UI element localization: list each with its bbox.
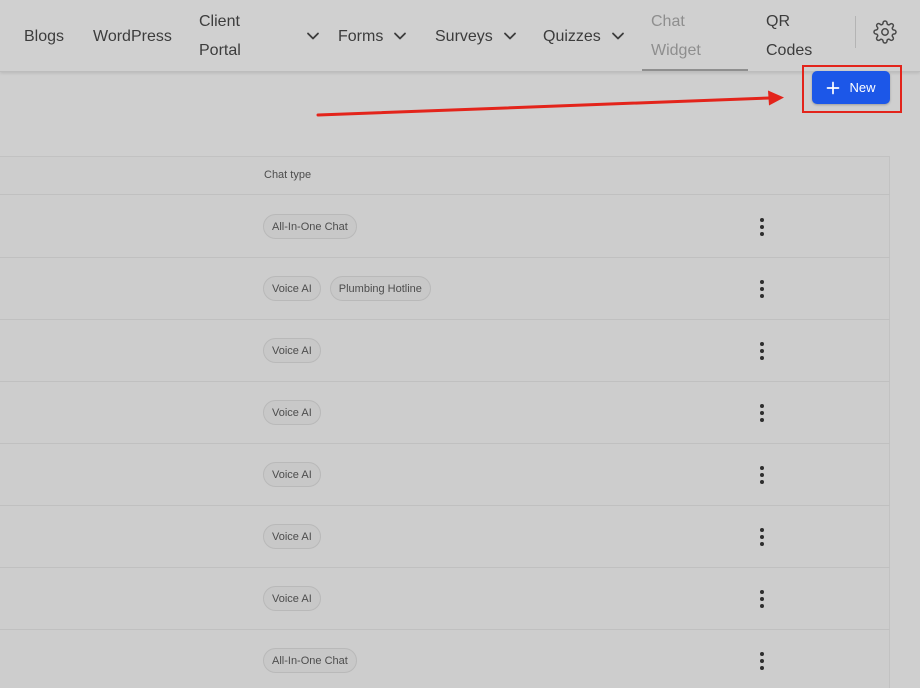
nav-item-blogs[interactable]: Blogs: [24, 0, 64, 72]
chat-type-chip: All-In-One Chat: [263, 214, 357, 239]
chat-type-chip: Voice AI: [263, 586, 321, 611]
chat-type-cell: Voice AI: [263, 586, 321, 611]
more-vertical-icon[interactable]: [756, 217, 768, 237]
chat-type-cell: Voice AI: [263, 338, 321, 363]
chat-type-chip: Voice AI: [263, 400, 321, 425]
more-vertical-icon[interactable]: [756, 279, 768, 299]
nav-item-label: QR Codes: [766, 7, 812, 65]
gear-icon[interactable]: [873, 20, 897, 44]
chat-type-chip: Voice AI: [263, 462, 321, 487]
nav-divider: [855, 16, 856, 48]
more-vertical-icon[interactable]: [756, 589, 768, 609]
chat-type-cell: All-In-One Chat: [263, 214, 357, 239]
plus-icon: [827, 81, 840, 94]
table-row[interactable]: Voice AI: [0, 382, 890, 444]
nav-item-label: Quizzes: [543, 27, 601, 45]
nav-item-qr-codes[interactable]: QR Codes: [766, 0, 812, 72]
chat-type-chip: Plumbing Hotline: [329, 276, 431, 301]
more-vertical-icon[interactable]: [756, 341, 768, 361]
table-row[interactable]: All-In-One Chat: [0, 630, 890, 688]
more-vertical-icon[interactable]: [756, 651, 768, 671]
chat-type-chip: All-In-One Chat: [263, 648, 357, 673]
chat-type-cell: Voice AI: [263, 462, 321, 487]
chevron-down-icon: [503, 32, 516, 40]
table-row[interactable]: Voice AI Plumbing Hotline: [0, 258, 890, 320]
nav-item-label-line: Portal: [199, 42, 241, 59]
chat-type-chip: Voice AI: [263, 276, 321, 301]
nav-item-label: Chat Widget: [651, 7, 701, 65]
new-button-label: New: [849, 80, 876, 95]
nav-item-label: Blogs: [24, 27, 65, 45]
table-row[interactable]: Voice AI: [0, 444, 890, 506]
table-row[interactable]: All-In-One Chat: [0, 196, 890, 258]
chat-type-cell: Voice AI Plumbing Hotline: [263, 276, 431, 301]
nav-item-label-line: Client: [199, 13, 240, 30]
new-button[interactable]: New: [812, 71, 890, 104]
nav-item-label-line: QR: [766, 13, 790, 30]
nav-item-label: Client Portal: [199, 7, 241, 65]
nav-item-wordpress[interactable]: WordPress: [93, 0, 172, 72]
active-tab-indicator: [642, 69, 748, 71]
nav-item-label-line: Codes: [766, 42, 813, 59]
table-row[interactable]: Voice AI: [0, 568, 890, 630]
more-vertical-icon[interactable]: [756, 527, 768, 547]
chat-widgets-table: Chat type All-In-One Chat Voice AI Plumb…: [0, 156, 890, 688]
chat-type-chip: Voice AI: [263, 338, 321, 363]
nav-item-label: Surveys: [435, 27, 493, 45]
table-row[interactable]: Voice AI: [0, 320, 890, 382]
nav-item-quizzes[interactable]: Quizzes: [543, 0, 625, 72]
nav-item-client-portal[interactable]: Client Portal: [199, 0, 241, 72]
chevron-down-icon: [394, 32, 407, 40]
top-navigation: Blogs WordPress Client Portal Forms Surv…: [0, 0, 920, 72]
chat-type-chip: Voice AI: [263, 524, 321, 549]
chevron-down-icon: [307, 32, 319, 40]
nav-item-chat-widget[interactable]: Chat Widget: [651, 0, 701, 72]
more-vertical-icon[interactable]: [756, 403, 768, 423]
nav-item-label: Forms: [338, 27, 384, 45]
nav-item-surveys[interactable]: Surveys: [435, 0, 517, 72]
chat-type-cell: Voice AI: [263, 524, 321, 549]
nav-item-label-line: Widget: [651, 42, 701, 59]
client-portal-dropdown-toggle[interactable]: [296, 0, 320, 72]
chevron-down-icon: [611, 32, 624, 40]
more-vertical-icon[interactable]: [756, 465, 768, 485]
chat-type-cell: Voice AI: [263, 400, 321, 425]
nav-item-forms[interactable]: Forms: [338, 0, 407, 72]
table-header: Chat type: [0, 157, 890, 195]
table-row[interactable]: Voice AI: [0, 506, 890, 568]
nav-item-label-line: Chat: [651, 13, 685, 30]
chat-type-cell: All-In-One Chat: [263, 648, 357, 673]
nav-item-label: WordPress: [93, 27, 172, 45]
column-header-chat-type: Chat type: [264, 169, 312, 181]
